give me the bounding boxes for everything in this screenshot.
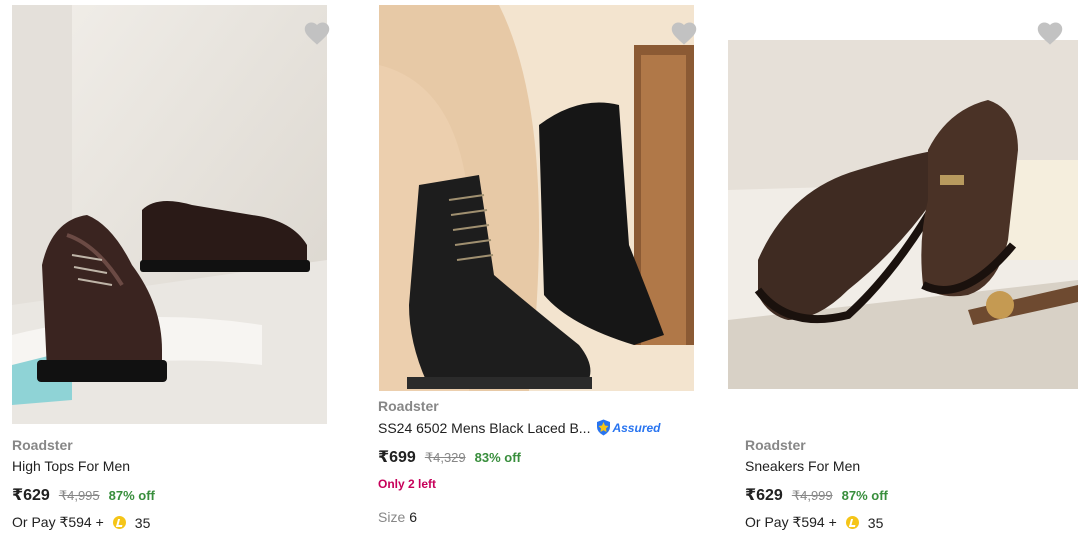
product-image-1[interactable] — [12, 5, 327, 424]
wishlist-heart-icon[interactable] — [303, 20, 331, 46]
size-label: Size — [378, 509, 406, 525]
assured-shield-icon — [597, 419, 611, 436]
shoe-image — [12, 5, 327, 424]
price-row: ₹629 ₹4,995 87% off — [12, 485, 155, 505]
supercoin-icon — [845, 516, 859, 529]
or-pay-label: Or Pay ₹594 + — [12, 514, 104, 530]
selling-price: ₹699 — [378, 449, 416, 466]
selling-price: ₹629 — [12, 487, 50, 504]
discount-percent: 83% off — [474, 450, 521, 465]
product-card-2[interactable]: Roadster SS24 6502 Mens Black Laced B...… — [366, 0, 706, 548]
supercoin-icon — [112, 516, 126, 529]
original-price: ₹4,329 — [424, 450, 466, 465]
or-pay-row: Or Pay ₹594 + 35 — [12, 514, 150, 531]
product-title: SS24 6502 Mens Black Laced B... — [378, 419, 591, 436]
product-brand: Roadster — [745, 437, 806, 453]
wishlist-heart-icon[interactable] — [670, 20, 698, 46]
discount-percent: 87% off — [841, 488, 888, 503]
product-card-1[interactable]: Roadster High Tops For Men ₹629 ₹4,995 8… — [0, 0, 340, 548]
product-title[interactable]: Sneakers For Men — [745, 458, 860, 474]
stock-alert: Only 2 left — [378, 477, 437, 491]
product-brand: Roadster — [378, 398, 439, 414]
size-value: 6 — [409, 509, 418, 525]
size-info: Size 6 — [378, 509, 417, 525]
selling-price: ₹629 — [745, 487, 783, 504]
original-price: ₹4,999 — [791, 488, 833, 503]
product-image-3[interactable] — [728, 40, 1078, 389]
discount-percent: 87% off — [108, 488, 155, 503]
product-title[interactable]: High Tops For Men — [12, 458, 130, 474]
assured-label: Assured — [612, 420, 661, 435]
coin-count: 35 — [134, 514, 151, 531]
shoe-image — [728, 40, 1078, 389]
or-pay-row: Or Pay ₹594 + 35 — [745, 514, 883, 531]
product-title-row[interactable]: SS24 6502 Mens Black Laced B... Assured — [378, 419, 661, 436]
wishlist-heart-icon[interactable] — [1036, 20, 1064, 46]
product-image-2[interactable] — [379, 5, 694, 391]
assured-badge: Assured — [596, 419, 661, 436]
or-pay-label: Or Pay ₹594 + — [745, 514, 837, 530]
coin-count: 35 — [867, 514, 884, 531]
product-card-3[interactable]: Roadster Sneakers For Men ₹629 ₹4,999 87… — [716, 0, 1086, 548]
price-row: ₹699 ₹4,329 83% off — [378, 447, 521, 467]
original-price: ₹4,995 — [58, 488, 100, 503]
boot-image — [379, 5, 694, 391]
product-brand: Roadster — [12, 437, 73, 453]
price-row: ₹629 ₹4,999 87% off — [745, 485, 888, 505]
